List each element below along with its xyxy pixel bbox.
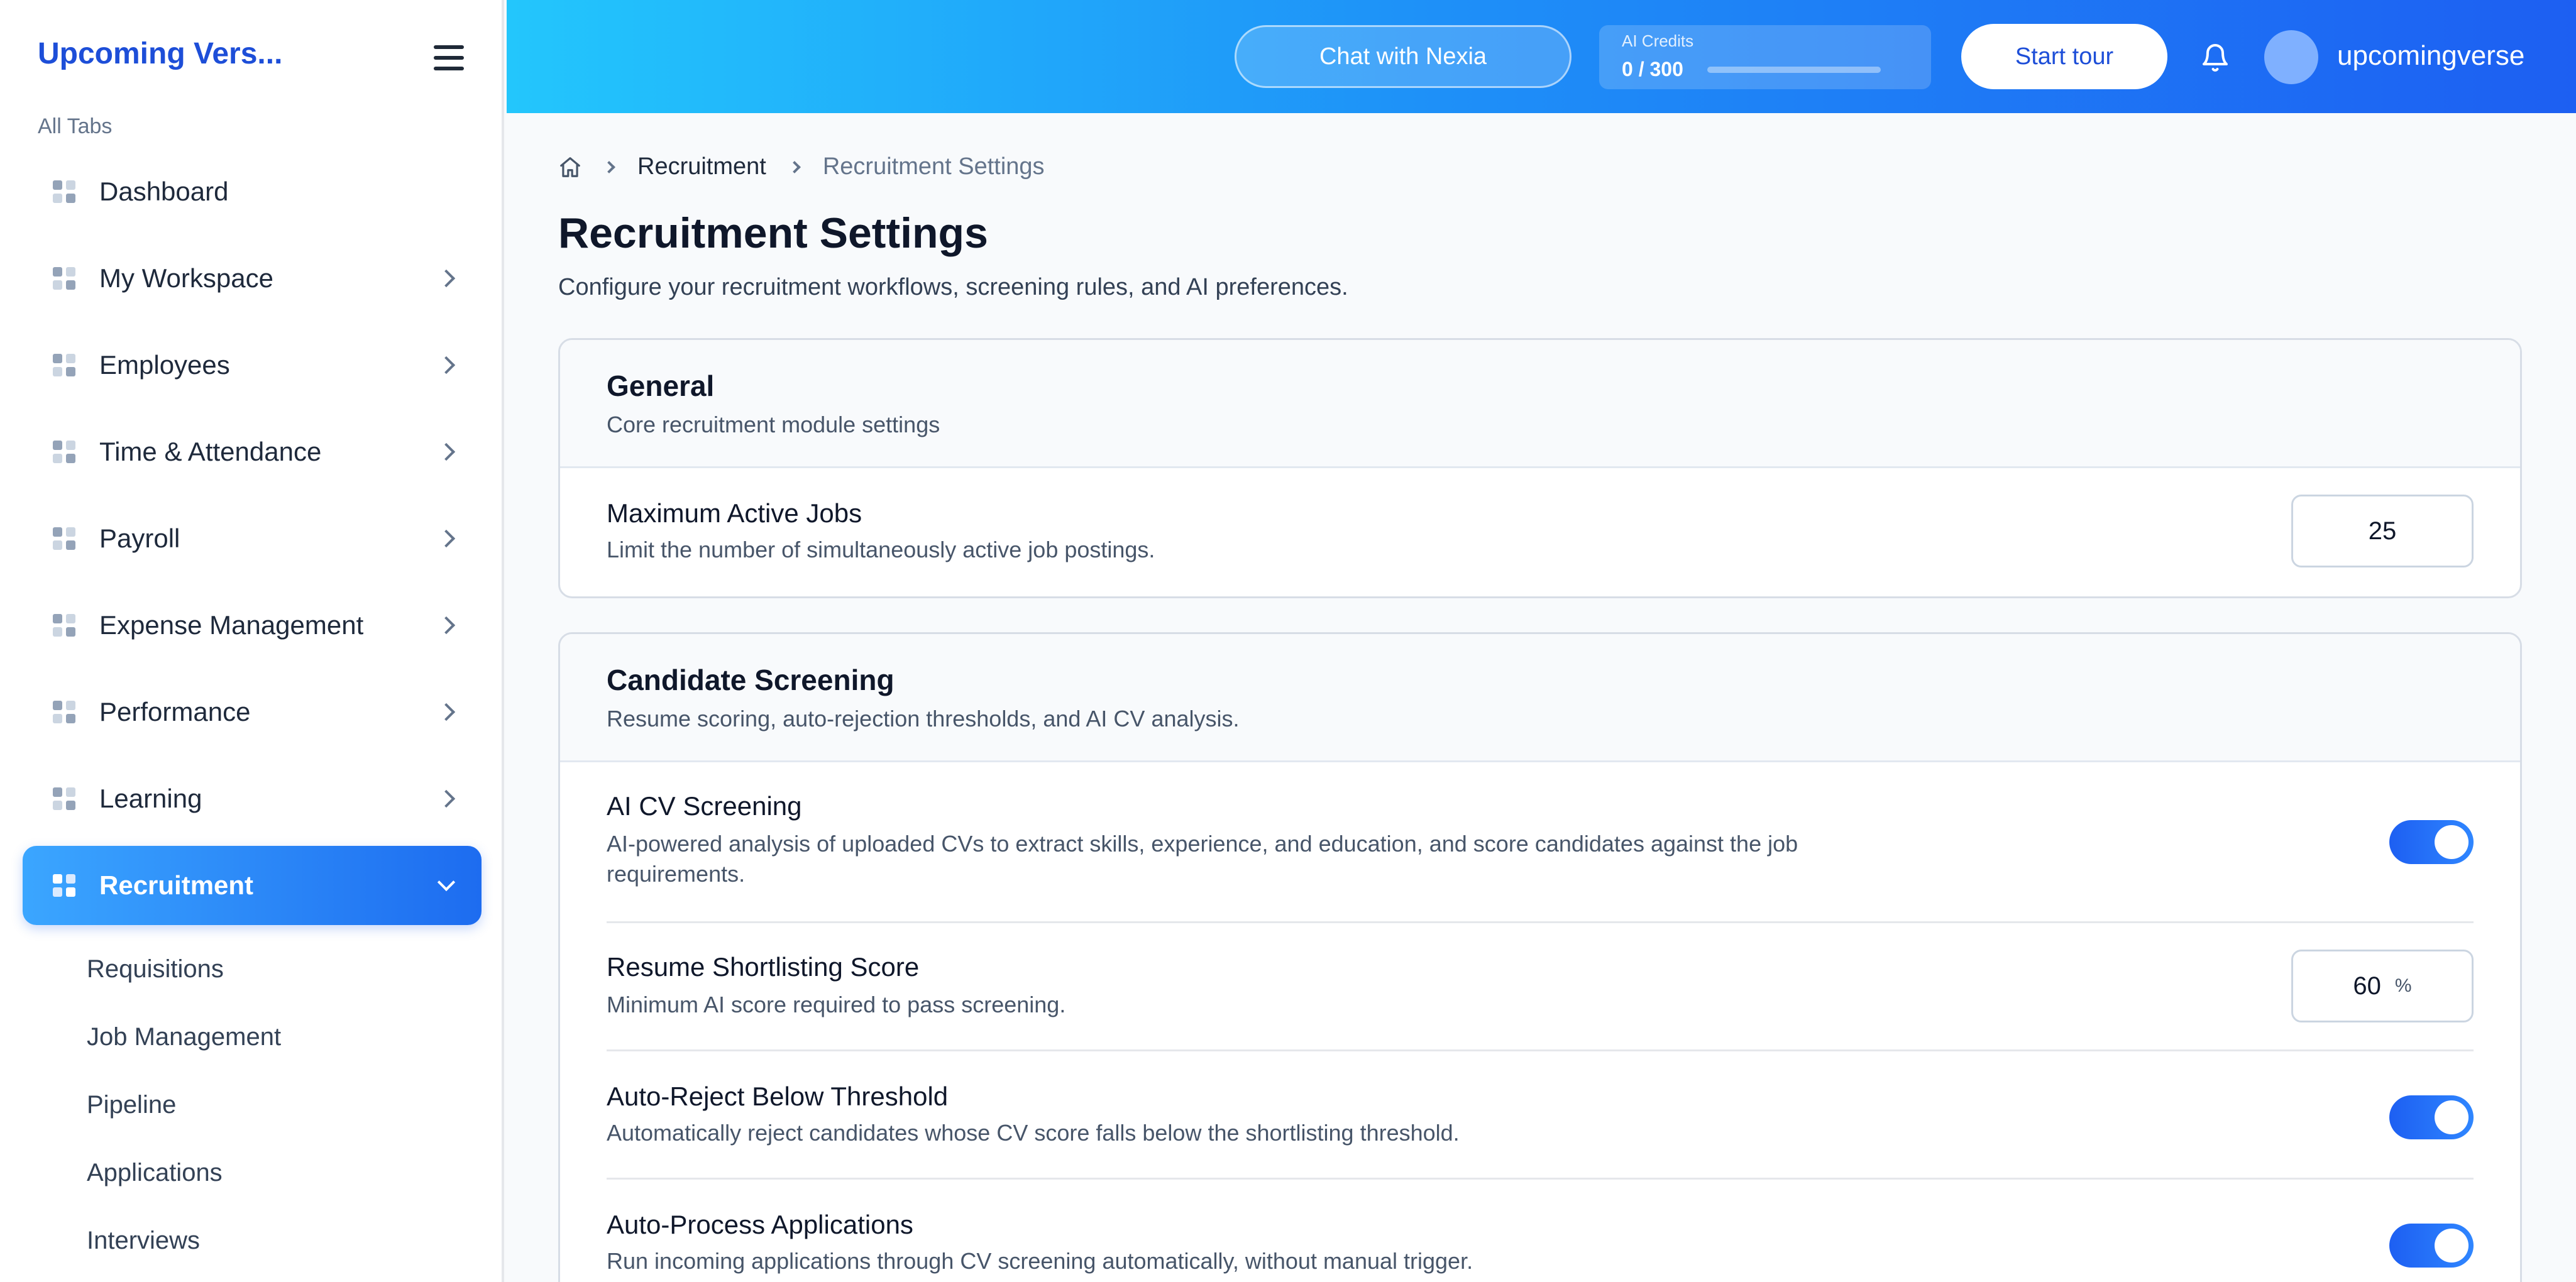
toggle-knob — [2435, 825, 2469, 859]
setting-row-ai-cv-screening: AI CV Screening AI-powered analysis of u… — [607, 762, 2474, 923]
home-icon[interactable] — [558, 155, 582, 179]
ai-credits-label: AI Credits — [1622, 31, 1694, 50]
max-active-jobs-input[interactable]: 25 — [2291, 495, 2474, 567]
candidate-screening-card: Candidate Screening Resume scoring, auto… — [558, 632, 2522, 1282]
grid-icon — [53, 614, 75, 637]
grid-icon — [53, 267, 75, 290]
chevron-right-icon — [603, 160, 615, 173]
sidebar-item-employees[interactable]: Employees — [23, 326, 482, 405]
input-value: 60 — [2353, 972, 2381, 1000]
grid-icon — [53, 441, 75, 463]
sidebar-item-label: Employees — [99, 350, 230, 380]
setting-title: AI CV Screening — [607, 791, 802, 821]
setting-title: Maximum Active Jobs — [607, 498, 862, 528]
chevron-right-icon — [437, 529, 456, 548]
auto-reject-toggle[interactable] — [2389, 1095, 2474, 1139]
subnav-item-interviews[interactable]: Interviews — [87, 1214, 281, 1282]
ai-credits-widget: AI Credits 0 / 300 — [1599, 25, 1931, 89]
grid-icon — [53, 701, 75, 723]
grid-icon — [53, 527, 75, 550]
setting-description: Limit the number of simultaneously activ… — [607, 537, 1155, 562]
card-title: Candidate Screening — [607, 664, 894, 696]
avatar[interactable] — [2264, 30, 2318, 84]
general-settings-card: General Core recruitment module settings… — [558, 338, 2522, 598]
chevron-down-icon — [437, 873, 456, 892]
setting-title: Resume Shortlisting Score — [607, 952, 920, 982]
setting-row-auto-process: Auto-Process Applications Run incoming a… — [607, 1180, 2474, 1282]
sidebar-item-label: Performance — [99, 697, 251, 726]
sidebar-item-label: Recruitment — [99, 870, 254, 900]
sidebar-nav: Dashboard My Workspace Employees Time & … — [23, 152, 482, 933]
hamburger-menu-icon[interactable] — [430, 43, 471, 74]
card-header: General Core recruitment module settings — [560, 340, 2520, 468]
sidebar-item-dashboard[interactable]: Dashboard — [23, 152, 482, 231]
card-header: Candidate Screening Resume scoring, auto… — [560, 634, 2520, 762]
all-tabs-label: All Tabs — [38, 114, 113, 138]
input-value: 25 — [2368, 517, 2397, 545]
chevron-right-icon — [788, 160, 801, 173]
chat-with-nexia-button[interactable]: Chat with Nexia — [1235, 25, 1571, 88]
sidebar-item-label: Payroll — [99, 523, 180, 553]
sidebar-item-recruitment[interactable]: Recruitment — [23, 846, 482, 925]
sidebar-item-payroll[interactable]: Payroll — [23, 499, 482, 578]
top-header: Chat with Nexia AI Credits 0 / 300 Start… — [507, 0, 2576, 113]
breadcrumb-recruitment[interactable]: Recruitment — [637, 153, 766, 180]
setting-description: Automatically reject candidates whose CV… — [607, 1120, 1460, 1146]
shortlisting-score-input[interactable]: 60 % — [2291, 950, 2474, 1022]
sidebar: Upcoming Vers... All Tabs Dashboard My W… — [0, 0, 504, 1282]
setting-row-auto-reject: Auto-Reject Below Threshold Automaticall… — [607, 1051, 2474, 1180]
chevron-right-icon — [437, 356, 456, 375]
sidebar-item-time-attendance[interactable]: Time & Attendance — [23, 412, 482, 491]
sidebar-item-performance[interactable]: Performance — [23, 672, 482, 752]
chevron-right-icon — [437, 703, 456, 721]
setting-title: Auto-Reject Below Threshold — [607, 1082, 949, 1111]
grid-icon — [53, 787, 75, 810]
subnav-item-applications[interactable]: Applications — [87, 1146, 281, 1214]
sidebar-item-label: Time & Attendance — [99, 437, 322, 466]
auto-process-toggle[interactable] — [2389, 1224, 2474, 1268]
setting-title: Auto-Process Applications — [607, 1210, 913, 1239]
card-description: Core recruitment module settings — [607, 412, 940, 437]
ai-credits-progress-bar — [1707, 67, 1881, 73]
grid-icon — [53, 874, 75, 897]
sidebar-item-my-workspace[interactable]: My Workspace — [23, 239, 482, 318]
sidebar-item-label: Dashboard — [99, 177, 229, 206]
sidebar-item-label: Learning — [99, 784, 202, 813]
chevron-right-icon — [437, 269, 456, 288]
chevron-right-icon — [437, 616, 456, 635]
subnav-item-job-management[interactable]: Job Management — [87, 1011, 281, 1078]
ai-cv-screening-toggle[interactable] — [2389, 820, 2474, 864]
sidebar-item-label: Expense Management — [99, 610, 364, 640]
chevron-right-icon — [437, 789, 456, 808]
setting-row-max-active-jobs: Maximum Active Jobs Limit the number of … — [607, 468, 2474, 596]
card-title: General — [607, 370, 715, 402]
sidebar-item-expense-management[interactable]: Expense Management — [23, 586, 482, 665]
start-tour-button[interactable]: Start tour — [1961, 24, 2167, 89]
chevron-right-icon — [437, 442, 456, 461]
username[interactable]: upcomingverse — [2337, 40, 2524, 72]
sidebar-item-learning[interactable]: Learning — [23, 759, 482, 838]
grid-icon — [53, 180, 75, 203]
bell-icon[interactable] — [2200, 41, 2230, 75]
percent-unit: % — [2394, 975, 2412, 996]
page-title: Recruitment Settings — [558, 209, 988, 257]
grid-icon — [53, 354, 75, 376]
page-subtitle: Configure your recruitment workflows, sc… — [558, 274, 1348, 300]
setting-description: Run incoming applications through CV scr… — [607, 1248, 1473, 1274]
subnav-item-pipeline[interactable]: Pipeline — [87, 1078, 281, 1146]
setting-description: AI-powered analysis of uploaded CVs to e… — [607, 831, 1798, 887]
brand-name[interactable]: Upcoming Vers... — [38, 36, 282, 71]
breadcrumb: Recruitment Recruitment Settings — [558, 153, 1045, 180]
ai-credits-value: 0 / 300 — [1622, 58, 1683, 80]
card-description: Resume scoring, auto-rejection threshold… — [607, 706, 1240, 731]
setting-description: Minimum AI score required to pass screen… — [607, 992, 1066, 1017]
toggle-knob — [2435, 1229, 2469, 1263]
breadcrumb-current: Recruitment Settings — [822, 153, 1045, 180]
setting-row-resume-shortlisting-score: Resume Shortlisting Score Minimum AI sco… — [607, 923, 2474, 1051]
recruitment-subnav: Requisitions Job Management Pipeline App… — [87, 943, 281, 1282]
toggle-knob — [2435, 1100, 2469, 1134]
subnav-item-requisitions[interactable]: Requisitions — [87, 943, 281, 1011]
sidebar-item-label: My Workspace — [99, 263, 273, 293]
